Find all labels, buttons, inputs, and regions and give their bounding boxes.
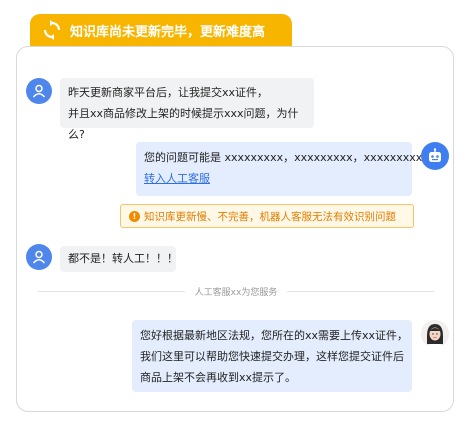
bot-message-line1: 您的问题可能是 xxxxxxxxx，xxxxxxxxx，xxxxxxxxx，: [144, 151, 434, 164]
banner-text: 知识库尚未更新完毕，更新难度高: [70, 24, 266, 40]
divider-text: 人工客服xx为您服务: [194, 287, 278, 298]
user-message-2: 都不是！转人工！！！: [60, 246, 178, 272]
divider-line-left: [38, 290, 185, 292]
agent-photo: [421, 320, 449, 348]
refresh-icon: [43, 20, 61, 40]
warning-notice: ! 知识库更新慢、不完善，机器人客服无法有效识别问题: [120, 204, 414, 228]
bot-avatar: [421, 142, 449, 170]
agent-message: 您好根据最新地区法规，您所在的xx需要上传xx证件， 我们这里可以帮助您快速提交…: [132, 320, 412, 392]
transfer-to-agent-link[interactable]: 转入人工客服: [144, 172, 210, 185]
user-message-1-line1: 昨天更新商家平台后，让我提交xx证件，: [68, 86, 269, 99]
user-avatar-2: [26, 244, 52, 270]
user-message-1-line2: 并且xx商品修改上架的时候提示xxx问题，为什么?: [68, 107, 299, 141]
agent-message-line3: 商品上架不会再收到xx提示了。: [140, 371, 297, 384]
agent-message-line2: 我们这里可以帮助您快速提交办理，这样您提交证件后: [140, 350, 404, 363]
agent-message-line1: 您好根据最新地区法规，您所在的xx需要上传xx证件，: [140, 329, 409, 342]
agent-avatar: [421, 320, 449, 348]
user-icon: [32, 250, 46, 264]
user-avatar: [26, 78, 52, 104]
user-message-1: 昨天更新商家平台后，让我提交xx证件， 并且xx商品修改上架的时候提示xxx问题…: [60, 78, 314, 141]
warning-icon: !: [129, 210, 140, 222]
user-icon: [32, 84, 46, 98]
bot-message: 您的问题可能是 xxxxxxxxx，xxxxxxxxx，xxxxxxxxx， 转…: [136, 142, 434, 196]
service-divider: 人工客服xx为您服务: [38, 284, 434, 298]
divider-line-right: [287, 290, 434, 292]
status-banner: 知识库尚未更新完毕，更新难度高: [30, 14, 292, 46]
robot-icon: [429, 148, 441, 162]
warning-text: 知识库更新慢、不完善，机器人客服无法有效识别问题: [144, 210, 396, 223]
